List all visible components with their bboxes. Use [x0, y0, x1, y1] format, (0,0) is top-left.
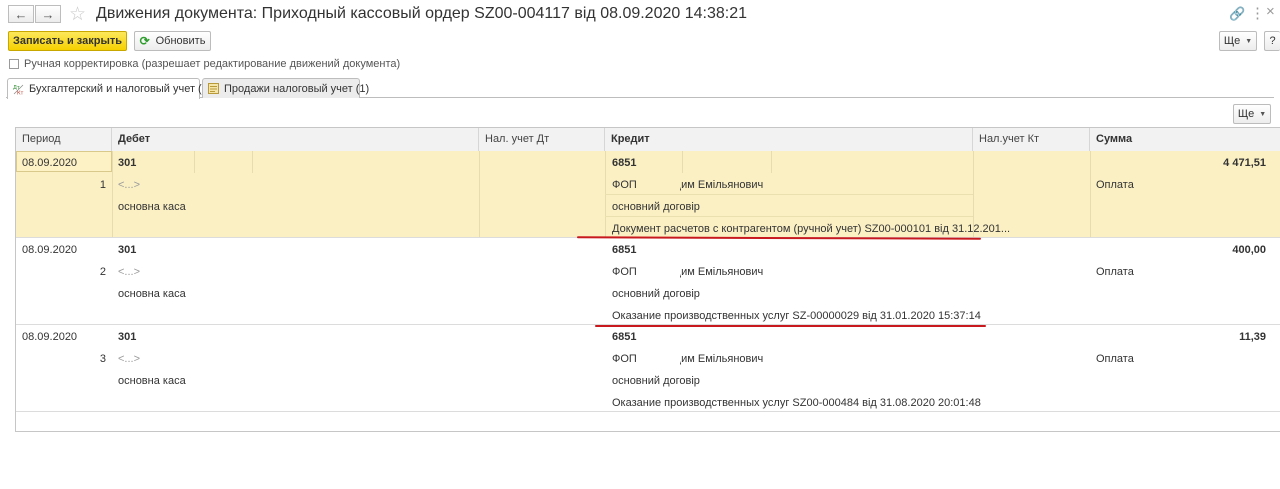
register-icon [208, 83, 219, 94]
link-icon[interactable]: 🔗 [1229, 6, 1245, 22]
more-label: Ще [1223, 35, 1241, 47]
amount-value: 11,39 [1239, 331, 1266, 343]
debit-subconto-2: основна каса [118, 201, 186, 213]
manual-edit-label: Ручная корректировка (разрешает редактир… [24, 58, 401, 70]
column-header-tax-kt[interactable]: Нал.учет Кт [973, 128, 1090, 151]
column-header-amount[interactable]: Сумма [1090, 128, 1280, 151]
back-button[interactable]: ← [8, 5, 34, 23]
credit-subconto-1: ФОП ...... Вадим Еміль­янович [612, 179, 764, 191]
content-value: Оплата [1096, 353, 1134, 365]
tab-sales-tax[interactable]: Продажи налоговый учет (1) [202, 78, 369, 98]
credit-subconto-3: Документ расчетов с контрагентом (ручной… [612, 223, 1011, 235]
amount-value: 4 471,51 [1223, 157, 1266, 169]
help-button[interactable]: ? [1264, 31, 1280, 51]
refresh-icon: ⟳ [139, 34, 150, 48]
credit-subconto-2: основний договір [612, 288, 700, 300]
period-value: 08.09.2020 [22, 331, 78, 343]
dt-kt-icon: Дт Кт [13, 84, 24, 96]
period-value: 08.09.2020 [22, 157, 78, 169]
debit-subconto-2: основна каса [118, 288, 186, 300]
row-number: 2 [99, 266, 106, 278]
table-row[interactable]: 08.09.2020 2 301 <...> основна каса 6851… [16, 238, 1280, 325]
credit-subconto-3: Оказание производственных услуг SZ-00000… [612, 310, 981, 322]
redaction [637, 176, 681, 192]
redaction [637, 263, 681, 279]
star-icon[interactable]: ☆ [69, 3, 86, 26]
save-and-close-button[interactable]: Записать и закрыть [8, 31, 127, 51]
table-row[interactable]: 08.09.2020 3 301 <...> основна каса 6851… [16, 325, 1280, 412]
window-title: Движения документа: Приходный кассовый о… [96, 5, 747, 22]
close-icon[interactable]: × [1266, 3, 1275, 20]
column-header-credit[interactable]: Кредит [605, 128, 973, 151]
credit-account: 6851 [612, 244, 637, 256]
debit-subconto-2: основна каса [118, 375, 186, 387]
credit-subconto-1: ФОП ...... Вадим Емільянович [612, 266, 764, 278]
svg-text:Кт: Кт [17, 90, 24, 95]
forward-button[interactable]: → [35, 5, 61, 23]
refresh-button[interactable]: ⟳ Обновить [134, 31, 211, 51]
table-header: Период Дебет Нал. учет Дт Кредит Нал.уче… [16, 128, 1280, 152]
credit-subconto-3: Оказание производственных услуг SZ00-000… [612, 397, 981, 409]
row-number: 3 [99, 353, 106, 365]
credit-subconto-1: ФОП ...... Вадим Емільянович [612, 353, 764, 365]
arrow-left-icon: ← [14, 6, 28, 22]
annotation-underline [595, 325, 986, 327]
chevron-down-icon: ▼ [1259, 110, 1267, 118]
content-value: Оплата [1096, 266, 1134, 278]
debit-account: 301 [118, 157, 137, 169]
table-row[interactable]: 08.09.2020 1 301 <...> основна каса 6851… [16, 151, 1280, 238]
tab-accounting[interactable]: Дт Кт Бухгалтерский и налоговый учет (3) [7, 78, 212, 99]
credit-subconto-2: основний договір [612, 201, 700, 213]
tab-label: Бухгалтерский и налоговый учет (3) [29, 83, 212, 95]
column-header-period[interactable]: Период [16, 128, 112, 151]
arrow-right-icon: → [41, 6, 55, 22]
credit-account: 6851 [612, 331, 637, 343]
debit-subconto-1: <...> [118, 266, 141, 278]
debit-subconto-1: <...> [118, 179, 141, 191]
movements-table[interactable]: Период Дебет Нал. учет Дт Кредит Нал.уче… [15, 127, 1280, 432]
column-header-tax-dt[interactable]: Нал. учет Дт [479, 128, 605, 151]
credit-subconto-2: основний договір [612, 375, 700, 387]
credit-account: 6851 [612, 157, 637, 169]
row-number: 1 [99, 179, 106, 191]
chevron-down-icon: ▼ [1245, 37, 1253, 45]
tab-label: Продажи налоговый учет (1) [224, 82, 370, 95]
redaction [637, 350, 681, 366]
period-value: 08.09.2020 [22, 244, 78, 256]
help-label: ? [1269, 35, 1276, 47]
manual-edit-checkbox[interactable] [9, 59, 19, 69]
content-value: Оплата [1096, 179, 1134, 191]
amount-value: 400,00 [1232, 244, 1266, 256]
table-more-button[interactable]: Ще ▼ [1233, 104, 1271, 124]
more-button[interactable]: Ще ▼ [1219, 31, 1257, 51]
table-more-label: Ще [1237, 108, 1255, 120]
debit-account: 301 [118, 331, 137, 343]
debit-subconto-1: <...> [118, 353, 141, 365]
more-vertical-icon[interactable]: ⋮ [1250, 4, 1265, 22]
debit-account: 301 [118, 244, 137, 256]
refresh-label: Обновить [155, 35, 206, 47]
column-header-debit[interactable]: Дебет [112, 128, 479, 151]
